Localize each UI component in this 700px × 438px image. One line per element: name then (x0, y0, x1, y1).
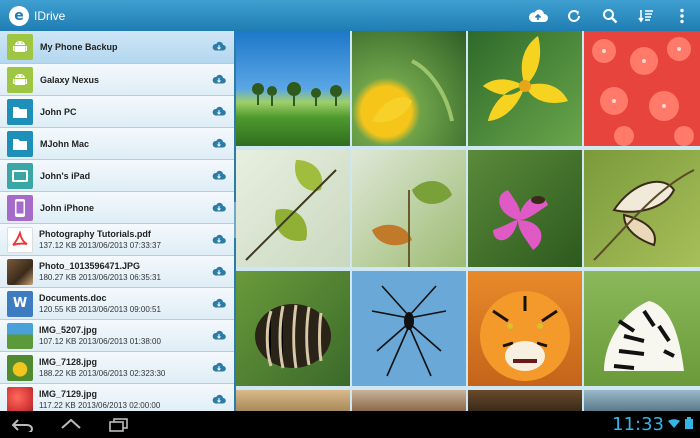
photo-tile-yellow-flower[interactable] (352, 31, 466, 146)
photo-tile-plant[interactable] (352, 150, 466, 267)
file-name: IMG_5207.jpg (39, 324, 98, 335)
cloud-download-icon[interactable] (212, 394, 226, 404)
cloud-download-icon[interactable] (212, 234, 226, 244)
sidebar-item-my-phone-backup[interactable]: My Phone Backup (0, 31, 234, 64)
system-nav-bar: 11:33 (0, 411, 700, 438)
sidebar-item-label: John's iPad (40, 170, 91, 181)
idrive-logo-icon: e (9, 5, 29, 26)
sidebar-item-label: John PC (40, 106, 77, 117)
search-icon[interactable] (592, 0, 628, 31)
android-icon (7, 66, 33, 93)
pdf-icon (7, 226, 33, 253)
sidebar-item-johns-ipad[interactable]: John's iPad (0, 160, 234, 192)
file-name: Documents.doc (39, 292, 107, 303)
photo-tile-red-flowers[interactable] (584, 31, 700, 146)
action-bar: e IDrive (0, 0, 700, 31)
sidebar-item-john-pc[interactable]: John PC (0, 96, 234, 128)
list-item-file[interactable]: IMG_5207.jpg 107.12 KB 2013/06/2013 01:3… (0, 320, 234, 352)
sidebar-item-label: John iPhone (40, 202, 94, 213)
file-meta: 188.22 KB 2013/06/2013 02:323:30 (39, 368, 166, 378)
file-name: Photography Tutorials.pdf (39, 228, 151, 239)
tablet-icon (7, 162, 33, 189)
phone-icon (7, 194, 33, 221)
cloud-download-icon[interactable] (212, 298, 226, 308)
sidebar-item-label: MJohn Mac (40, 138, 90, 149)
file-name: IMG_7128.jpg (39, 356, 98, 367)
action-buttons (520, 0, 700, 31)
photo-tile-spider[interactable] (352, 271, 466, 386)
photo-tile-landscape[interactable] (236, 31, 350, 146)
photo-tile-bottom-1[interactable] (236, 390, 350, 411)
file-meta: 120.55 KB 2013/06/2013 09:00:51 (39, 304, 161, 314)
refresh-icon[interactable] (556, 0, 592, 31)
file-meta: 117.22 KB 2013/06/2013 02:00:00 (39, 400, 161, 410)
file-name: Photo_1013596471.JPG (39, 260, 141, 271)
word-doc-icon: W (7, 290, 33, 317)
cloud-download-icon[interactable] (212, 138, 226, 148)
file-meta: 107.12 KB 2013/06/2013 01:38:00 (39, 336, 161, 346)
photo-tile-tiger[interactable] (468, 271, 582, 386)
cloud-download-icon[interactable] (212, 202, 226, 212)
folder-icon (7, 98, 33, 125)
recent-apps-icon[interactable] (106, 415, 132, 434)
photo-tile-bottom-4[interactable] (584, 390, 700, 411)
cloud-download-icon[interactable] (212, 266, 226, 276)
photo-tile-bottom-3[interactable] (468, 390, 582, 411)
app-title: IDrive (34, 8, 66, 23)
folder-icon (7, 130, 33, 157)
cloud-download-icon[interactable] (212, 74, 226, 84)
list-item-file[interactable]: Photo_1013596471.JPG 180.27 KB 2013/06/2… (0, 256, 234, 288)
photo-tile-pink-flower-bee[interactable] (468, 150, 582, 267)
photo-grid (236, 31, 700, 411)
photo-tile-pill-millipede[interactable] (236, 271, 350, 386)
sidebar-item-label: My Phone Backup (40, 42, 118, 52)
photo-thumbnail (7, 258, 33, 285)
cloud-download-icon[interactable] (212, 362, 226, 372)
cloud-download-icon[interactable] (212, 170, 226, 180)
cloud-download-icon[interactable] (212, 41, 226, 51)
photo-thumbnail (7, 354, 33, 381)
overflow-menu-icon[interactable] (664, 0, 700, 31)
android-icon (7, 34, 33, 60)
sidebar-item-john-iphone[interactable]: John iPhone (0, 192, 234, 224)
sidebar-item-label: Galaxy Nexus (40, 74, 100, 85)
photo-thumbnail (7, 322, 33, 349)
cloud-download-icon[interactable] (212, 330, 226, 340)
file-meta: 137.12 KB 2013/06/2013 07:33:37 (39, 240, 161, 250)
sidebar-item-galaxy-nexus[interactable]: Galaxy Nexus (0, 64, 234, 96)
status-icons (667, 417, 694, 429)
file-meta: 180.27 KB 2013/06/2013 06:35:31 (39, 272, 161, 282)
photo-tile-bottom-2[interactable] (352, 390, 466, 411)
sidebar: My Phone Backup Galaxy Nexus John PC MJo… (0, 31, 234, 411)
back-icon[interactable] (10, 415, 36, 434)
sort-icon[interactable] (628, 0, 664, 31)
photo-thumbnail (7, 386, 33, 411)
home-icon[interactable] (58, 415, 84, 434)
file-name: IMG_7129.jpg (39, 388, 98, 399)
list-item-file[interactable]: IMG_7129.jpg 117.22 KB 2013/06/2013 02:0… (0, 384, 234, 411)
photo-tile-yellow-lily[interactable] (468, 31, 582, 146)
upload-cloud-icon[interactable] (520, 0, 556, 31)
photo-tile-leaves[interactable] (236, 150, 350, 267)
battery-icon (685, 417, 693, 429)
list-item-file[interactable]: Photography Tutorials.pdf 137.12 KB 2013… (0, 224, 234, 256)
status-clock: 11:33 (612, 414, 664, 435)
photo-tile-zebra[interactable] (584, 271, 700, 386)
photo-tile-butterfly[interactable] (584, 150, 700, 267)
sidebar-item-mjohn-mac[interactable]: MJohn Mac (0, 128, 234, 160)
list-item-file[interactable]: W Documents.doc 120.55 KB 2013/06/2013 0… (0, 288, 234, 320)
wifi-icon (668, 419, 680, 428)
list-item-file[interactable]: IMG_7128.jpg 188.22 KB 2013/06/2013 02:3… (0, 352, 234, 384)
cloud-download-icon[interactable] (212, 106, 226, 116)
